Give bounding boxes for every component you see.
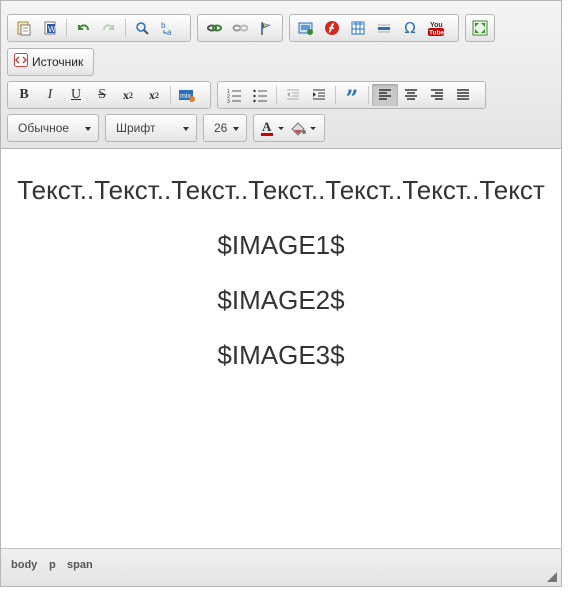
chevron-down-icon [183, 127, 189, 131]
underline-button[interactable]: U [63, 84, 89, 106]
rich-text-editor: W ba Ω You Tube Источник B I U S x 2 x 2… [0, 0, 562, 587]
basic-styles-group: B I U S x2 x2 mix [7, 81, 211, 109]
youtube-icon[interactable]: You Tube [423, 17, 449, 39]
content-line-text: Текст..Текст..Текст..Текст..Текст..Текст… [17, 175, 545, 205]
view-tools-group [465, 14, 495, 42]
toolbar-separator [66, 19, 67, 37]
replace-icon[interactable]: ba [155, 17, 181, 39]
format-dropdown-value: Обычное [18, 121, 70, 135]
path-item-span[interactable]: span [67, 559, 93, 571]
color-tools-group: A [253, 114, 325, 142]
content-line-image1: $IMAGE1$ [217, 230, 345, 260]
strikethrough-button[interactable]: S [89, 84, 115, 106]
background-color-icon[interactable] [287, 117, 319, 139]
svg-text:3: 3 [227, 99, 230, 103]
font-size-dropdown[interactable]: 26 [203, 114, 247, 142]
align-center-icon[interactable] [398, 84, 424, 106]
text-color-icon[interactable]: A [257, 117, 287, 139]
toolbar-separator [276, 86, 277, 104]
source-code-icon [14, 52, 28, 72]
svg-text:b: b [161, 21, 166, 30]
link-icon[interactable] [201, 17, 227, 39]
source-button-label: Источник [32, 55, 84, 69]
content-line-image2: $IMAGE2$ [217, 285, 345, 315]
remove-format-icon[interactable]: mix [174, 84, 200, 106]
indent-icon[interactable] [306, 84, 332, 106]
maximize-icon[interactable] [469, 17, 491, 39]
font-dropdown[interactable]: Шрифт [105, 114, 197, 142]
toolbar-separator [335, 86, 336, 104]
unlink-icon[interactable] [227, 17, 253, 39]
editor-content-area[interactable]: Текст..Текст..Текст..Текст..Текст..Текст… [1, 150, 561, 548]
special-char-omega-icon[interactable]: Ω [397, 17, 423, 39]
resize-handle-icon[interactable] [547, 572, 557, 582]
find-icon[interactable] [129, 17, 155, 39]
svg-text:W: W [48, 25, 56, 34]
svg-text:a: a [167, 28, 172, 36]
font-dropdown-value: Шрифт [116, 121, 156, 135]
subscript-button[interactable]: x2 [115, 84, 141, 106]
format-dropdown[interactable]: Обычное [7, 114, 99, 142]
bulleted-list-icon[interactable] [247, 84, 273, 106]
path-item-body[interactable]: body [11, 559, 37, 571]
toolbar-separator [125, 19, 126, 37]
path-item-p[interactable]: p [49, 559, 56, 571]
source-button[interactable]: Источник [7, 48, 94, 76]
font-size-dropdown-value: 26 [214, 121, 228, 135]
blockquote-icon[interactable]: ” [339, 84, 365, 112]
align-justify-icon[interactable] [450, 84, 476, 106]
redo-icon[interactable] [96, 17, 122, 39]
element-path-statusbar: body p span [1, 548, 561, 586]
numbered-list-icon[interactable]: 123 [221, 84, 247, 106]
svg-text:A: A [262, 119, 272, 134]
editor-toolbar: W ba Ω You Tube Источник B I U S x 2 x 2… [1, 1, 561, 149]
superscript-button[interactable]: x2 [141, 84, 167, 106]
content-line-image3: $IMAGE3$ [217, 340, 345, 370]
anchor-flag-icon[interactable] [253, 17, 279, 39]
svg-text:You: You [430, 22, 443, 29]
link-tools-group [197, 14, 283, 42]
insert-tools-group: Ω You Tube [289, 14, 459, 42]
align-left-icon[interactable] [372, 84, 398, 106]
paragraph-tools-group: 123 ” [217, 81, 486, 112]
italic-button[interactable]: I [37, 84, 63, 106]
document-tools-group: W ba [7, 14, 191, 42]
toolbar-separator [368, 86, 369, 104]
align-right-icon[interactable] [424, 84, 450, 106]
undo-icon[interactable] [70, 17, 96, 39]
flash-icon[interactable] [319, 17, 345, 39]
outdent-icon[interactable] [280, 84, 306, 106]
image-icon[interactable] [293, 17, 319, 39]
chevron-down-icon [233, 127, 239, 131]
svg-text:Tube: Tube [429, 30, 444, 37]
paste-icon[interactable] [11, 17, 37, 39]
paste-word-icon[interactable]: W [37, 17, 63, 39]
chevron-down-icon [85, 127, 91, 131]
horizontal-rule-icon[interactable] [371, 17, 397, 39]
toolbar-separator [170, 86, 171, 104]
table-icon[interactable] [345, 17, 371, 39]
bold-button[interactable]: B [11, 84, 37, 106]
